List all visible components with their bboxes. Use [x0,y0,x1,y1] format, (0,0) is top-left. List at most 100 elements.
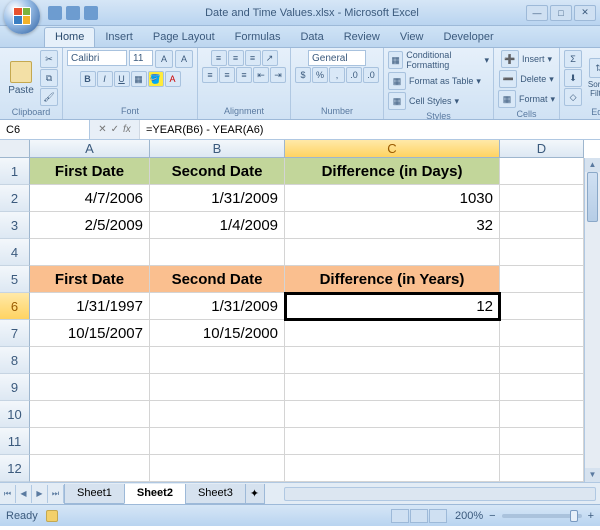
cell-b9[interactable] [150,374,285,401]
enter-formula-icon[interactable]: ✓ [111,124,119,135]
align-top-button[interactable]: ≡ [211,50,227,66]
scroll-thumb[interactable] [587,172,598,222]
format-cells-button[interactable]: ▦Format ▾ [498,90,555,108]
paste-button[interactable]: Paste [4,54,38,102]
cell-d5[interactable] [500,266,584,293]
indent-dec-button[interactable]: ⇤ [253,67,269,83]
zoom-slider-knob[interactable] [570,510,578,522]
zoom-out-button[interactable]: − [489,510,495,522]
cell-c10[interactable] [285,401,500,428]
bold-button[interactable]: B [80,71,96,87]
cell-c12[interactable] [285,455,500,482]
row-header-7[interactable]: 7 [0,320,30,347]
cell-a4[interactable] [30,239,150,266]
col-header-c[interactable]: C [285,140,500,158]
tab-home[interactable]: Home [44,27,95,47]
horizontal-scrollbar[interactable] [284,487,596,501]
close-button[interactable]: ✕ [574,5,596,21]
cell-c1[interactable]: Difference (in Days) [285,158,500,185]
cell-c9[interactable] [285,374,500,401]
cell-b5[interactable]: Second Date [150,266,285,293]
row-header-2[interactable]: 2 [0,185,30,212]
cell-d4[interactable] [500,239,584,266]
cell-a9[interactable] [30,374,150,401]
cell-d12[interactable] [500,455,584,482]
orientation-button[interactable]: ↗ [262,50,278,66]
clear-button[interactable]: ◇ [564,88,582,106]
cell-b2[interactable]: 1/31/2009 [150,185,285,212]
cell-a2[interactable]: 4/7/2006 [30,185,150,212]
italic-button[interactable]: I [97,71,113,87]
cell-b11[interactable] [150,428,285,455]
cell-a8[interactable] [30,347,150,374]
cell-d2[interactable] [500,185,584,212]
shrink-font-button[interactable]: A [175,50,193,68]
new-sheet-button[interactable]: ✦ [245,484,265,504]
row-header-5[interactable]: 5 [0,266,30,293]
zoom-slider[interactable] [502,514,582,518]
cell-a3[interactable]: 2/5/2009 [30,212,150,239]
cell-b4[interactable] [150,239,285,266]
cell-c7[interactable] [285,320,500,347]
fx-icon[interactable]: fx [123,124,131,135]
view-page-break-button[interactable] [429,509,447,523]
qat-save-icon[interactable] [48,6,62,20]
currency-button[interactable]: $ [295,67,311,83]
grow-font-button[interactable]: A [155,50,173,68]
insert-cells-button[interactable]: ➕Insert ▾ [501,50,552,68]
cell-d6[interactable] [500,293,584,320]
minimize-button[interactable]: — [526,5,548,21]
tab-data[interactable]: Data [290,28,333,47]
comma-button[interactable]: , [329,67,345,83]
cell-a6[interactable]: 1/31/1997 [30,293,150,320]
cell-a5[interactable]: First Date [30,266,150,293]
cell-d11[interactable] [500,428,584,455]
conditional-formatting-button[interactable]: ▦Conditional Formatting ▾ [388,50,489,70]
cell-a7[interactable]: 10/15/2007 [30,320,150,347]
col-header-d[interactable]: D [500,140,584,158]
cell-b8[interactable] [150,347,285,374]
tab-developer[interactable]: Developer [433,28,503,47]
scroll-down-icon[interactable]: ▼ [585,468,600,482]
dec-decimal-button[interactable]: .0 [363,67,379,83]
select-all-corner[interactable] [0,140,30,158]
cell-d3[interactable] [500,212,584,239]
office-button[interactable] [4,0,40,34]
cell-a10[interactable] [30,401,150,428]
cells-area[interactable]: First Date Second Date Difference (in Da… [30,158,584,482]
cell-d7[interactable] [500,320,584,347]
row-header-12[interactable]: 12 [0,455,30,482]
sheet-tab-3[interactable]: Sheet3 [185,484,246,504]
row-header-11[interactable]: 11 [0,428,30,455]
sheet-tab-2[interactable]: Sheet2 [124,484,186,504]
vertical-scrollbar[interactable]: ▲ ▼ [584,158,600,482]
indent-inc-button[interactable]: ⇥ [270,67,286,83]
tab-review[interactable]: Review [334,28,390,47]
format-painter-button[interactable]: 🖌 [40,88,58,106]
tab-nav-next[interactable]: ▶ [32,485,48,503]
cell-c3[interactable]: 32 [285,212,500,239]
align-middle-button[interactable]: ≡ [228,50,244,66]
cell-b7[interactable]: 10/15/2000 [150,320,285,347]
macro-record-icon[interactable] [46,510,58,522]
cell-c6[interactable]: 12 [285,293,500,320]
cell-c2[interactable]: 1030 [285,185,500,212]
cell-d9[interactable] [500,374,584,401]
tab-nav-prev[interactable]: ◀ [16,485,32,503]
qat-redo-icon[interactable] [84,6,98,20]
zoom-level[interactable]: 200% [455,510,483,522]
delete-cells-button[interactable]: ➖Delete ▾ [499,70,554,88]
copy-button[interactable]: ⧉ [40,69,58,87]
sort-filter-button[interactable]: ⇅Sort & Filter [584,54,600,102]
autosum-button[interactable]: Σ [564,50,582,68]
col-header-b[interactable]: B [150,140,285,158]
number-format-select[interactable]: General [308,50,366,66]
view-normal-button[interactable] [391,509,409,523]
cell-b6[interactable]: 1/31/2009 [150,293,285,320]
cell-b10[interactable] [150,401,285,428]
maximize-button[interactable]: □ [550,5,572,21]
cell-d8[interactable] [500,347,584,374]
tab-formulas[interactable]: Formulas [225,28,291,47]
inc-decimal-button[interactable]: .0 [346,67,362,83]
tab-page-layout[interactable]: Page Layout [143,28,225,47]
